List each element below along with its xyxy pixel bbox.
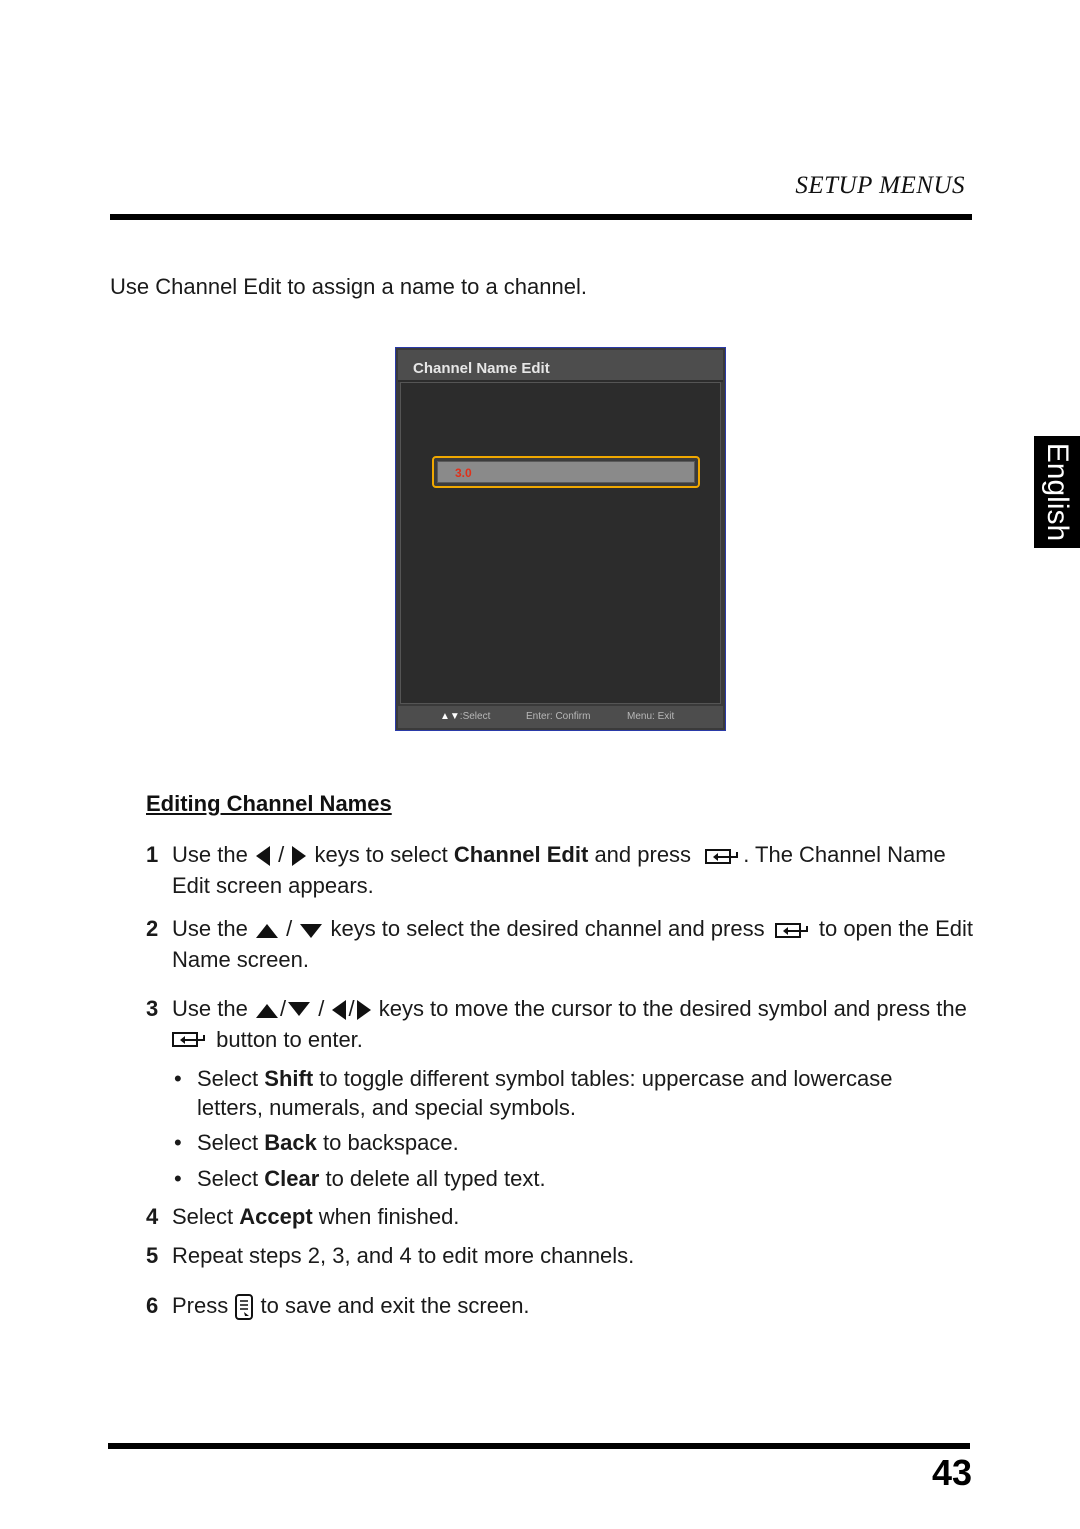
osd-title: Channel Name Edit [413,360,550,377]
step-number: 2 [146,916,159,941]
footer-rule [108,1443,970,1449]
bullet-item: • Select Clear to delete all typed text. [174,1166,546,1191]
bullet-item: • Select Back to backspace. [174,1130,459,1155]
channel-name-field-highlight: 3.0 [432,456,700,488]
step-6: 6 Press to save and exit the screen. [146,1290,976,1321]
step-3: 3 Use the / / / keys to move the cursor … [146,993,976,1055]
bullet-item: • Select Shift to toggle different symbo… [174,1066,893,1120]
step-number: 5 [146,1243,159,1268]
step-number: 1 [146,842,159,867]
osd-body: 3.0 [400,382,721,704]
channel-name-field: 3.0 [437,461,695,483]
channel-name-value: 3.0 [455,466,472,480]
enter-key-icon [172,1032,205,1048]
header-rule [110,214,972,220]
step-1: 1 Use the / keys to select Channel Edit … [146,839,976,901]
menu-key-icon [235,1294,254,1321]
step-2: 2 Use the / keys to select the desired c… [146,913,976,975]
step-number: 6 [146,1293,159,1318]
osd-footer: ▲▼:Select Enter: Confirm Menu: Exit [398,706,723,728]
osd-confirm-hint: Enter: Confirm [526,711,591,722]
step-5: 5 Repeat steps 2, 3, and 4 to edit more … [146,1240,976,1271]
right-arrow-icon [356,1000,371,1021]
down-arrow-icon [288,1002,311,1017]
down-arrow-icon [300,924,323,939]
language-tab-label: English [1041,442,1074,542]
page-number: 43 [931,1452,972,1493]
left-arrow-icon [332,1000,347,1021]
up-down-arrows-icon: ▲▼ [440,711,460,722]
section-title: SETUP MENUS [795,172,965,199]
section-heading: Editing Channel Names [146,791,392,816]
channel-name-edit-screenshot: Channel Name Edit 3.0 ▲▼:Select Enter: C… [395,347,726,731]
left-arrow-icon [255,846,270,867]
up-arrow-icon [255,1004,278,1019]
bullet-marker: • [174,1066,182,1091]
language-tab: English [1034,436,1080,548]
bullet-marker: • [174,1166,182,1191]
intro-text: Use Channel Edit to assign a name to a c… [110,274,587,299]
enter-key-icon [705,849,739,865]
osd-titlebar: Channel Name Edit [398,350,723,382]
bullet-marker: • [174,1130,182,1155]
step-number: 3 [146,996,159,1021]
step-number: 4 [146,1204,159,1229]
osd-exit-hint: Menu: Exit [627,711,675,722]
enter-key-icon [774,923,808,939]
up-arrow-icon [255,924,278,939]
step-4: 4 Select Accept when finished. [146,1201,976,1232]
osd-select-hint: ▲▼:Select [440,711,491,722]
right-arrow-icon [292,846,307,867]
